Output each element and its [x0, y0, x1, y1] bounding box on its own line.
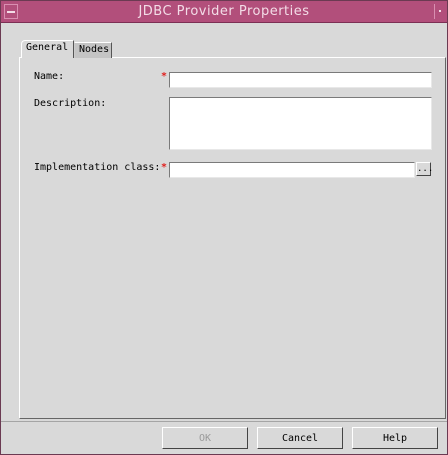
tab-nodes[interactable]: Nodes: [74, 42, 112, 58]
cancel-button[interactable]: Cancel: [257, 427, 343, 449]
dialog-window: JDBC Provider Properties General Nodes N…: [0, 0, 448, 455]
ok-button[interactable]: OK: [162, 427, 248, 449]
name-label: Name:: [34, 71, 65, 82]
footer-divider: [1, 421, 447, 422]
window-close-icon[interactable]: [434, 4, 444, 19]
name-input[interactable]: [169, 72, 432, 88]
help-button[interactable]: Help: [352, 427, 438, 449]
name-required-marker: *: [161, 71, 168, 82]
implementation-class-input[interactable]: [169, 162, 415, 178]
description-textarea[interactable]: [169, 97, 432, 150]
title-bar[interactable]: JDBC Provider Properties: [1, 1, 447, 23]
window-title: JDBC Provider Properties: [138, 4, 310, 19]
implementation-class-label: Implementation class:: [34, 162, 161, 173]
browse-button[interactable]: ...: [416, 162, 433, 176]
tab-general[interactable]: General: [21, 40, 74, 58]
description-label: Description:: [34, 98, 107, 109]
implementation-class-required-marker: *: [161, 162, 168, 173]
